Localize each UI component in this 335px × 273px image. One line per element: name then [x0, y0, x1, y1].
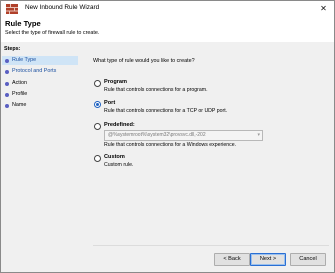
- option-description: Rule that controls connections for a pro…: [104, 87, 208, 93]
- option-label[interactable]: Predefined:: [104, 122, 135, 128]
- steps-label: Steps:: [4, 46, 21, 52]
- steps-panel: Steps: Rule Type Protocol and Ports Acti…: [1, 43, 79, 272]
- option-description: Custom rule.: [104, 162, 134, 168]
- footer-divider: [93, 245, 329, 246]
- option-description: Rule that controls connections for a TCP…: [104, 108, 228, 114]
- next-button[interactable]: Next >: [250, 253, 286, 266]
- step-bullet-icon: [5, 59, 9, 63]
- option-description: Rule that controls connections for a Win…: [104, 142, 237, 148]
- step-rule-type[interactable]: Rule Type: [2, 56, 78, 65]
- predefined-radio[interactable]: [94, 123, 101, 130]
- step-label: Action: [12, 80, 27, 86]
- step-bullet-icon: [5, 93, 9, 97]
- program-radio[interactable]: [94, 80, 101, 87]
- step-name: Name: [2, 101, 78, 110]
- predefined-select-value: @%systemroot%\system32\provsvc.dll,-202: [108, 132, 206, 138]
- cancel-button[interactable]: Cancel: [290, 253, 326, 266]
- step-label: Name: [12, 102, 27, 108]
- step-bullet-icon: [5, 104, 9, 108]
- option-label[interactable]: Custom: [104, 154, 125, 160]
- rule-type-question: What type of rule would you like to crea…: [93, 58, 195, 64]
- window-title: New Inbound Rule Wizard: [25, 4, 100, 11]
- step-label: Protocol and Ports: [12, 68, 57, 74]
- page-subtitle: Select the type of firewall rule to crea…: [5, 30, 100, 36]
- chevron-down-icon: ▾: [257, 132, 260, 138]
- step-bullet-icon: [5, 70, 9, 74]
- wizard-window: New Inbound Rule Wizard ✕ Rule Type Sele…: [0, 0, 335, 273]
- step-label: Rule Type: [12, 57, 37, 63]
- step-profile: Profile: [2, 90, 78, 99]
- firewall-icon: [6, 4, 18, 14]
- predefined-select[interactable]: @%systemroot%\system32\provsvc.dll,-202 …: [104, 130, 263, 141]
- page-title: Rule Type: [5, 19, 41, 28]
- step-action: Action: [2, 79, 78, 88]
- wizard-header: Rule Type Select the type of firewall ru…: [1, 17, 334, 42]
- step-protocol-and-ports[interactable]: Protocol and Ports: [2, 67, 78, 76]
- title-bar: New Inbound Rule Wizard ✕: [1, 1, 334, 17]
- close-button[interactable]: ✕: [317, 3, 330, 15]
- custom-radio[interactable]: [94, 155, 101, 162]
- port-radio[interactable]: [94, 101, 101, 108]
- step-bullet-icon: [5, 82, 9, 86]
- main-content: What type of rule would you like to crea…: [80, 43, 334, 272]
- step-label: Profile: [12, 91, 28, 97]
- back-button[interactable]: < Back: [214, 253, 250, 266]
- option-label[interactable]: Port: [104, 100, 115, 106]
- option-label[interactable]: Program: [104, 79, 127, 85]
